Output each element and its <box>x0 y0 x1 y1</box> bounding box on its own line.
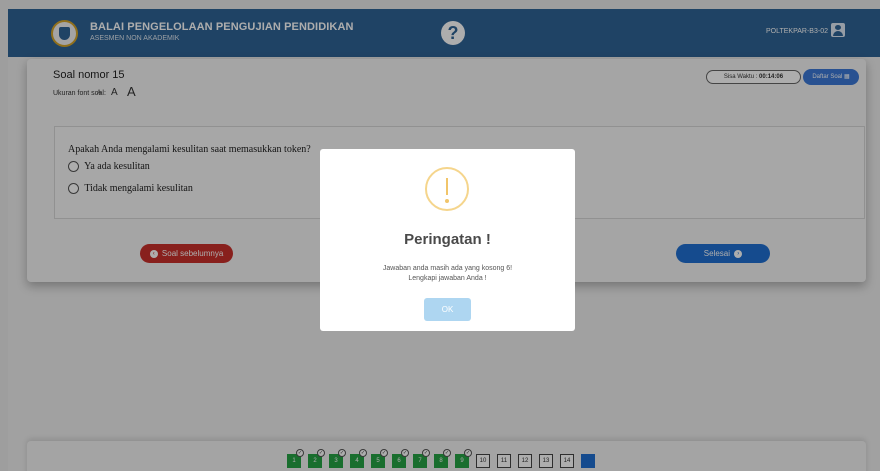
modal-message-line-2: Lengkapi jawaban Anda ! <box>408 275 487 282</box>
exclamation-circle-icon <box>425 167 469 211</box>
warning-modal: Peringatan ! Jawaban anda masih ada yang… <box>320 149 575 331</box>
ok-button[interactable]: OK <box>424 298 471 321</box>
modal-message-line-1: Jawaban anda masih ada yang kosong 6! <box>382 265 513 272</box>
modal-overlay[interactable]: Peringatan ! Jawaban anda masih ada yang… <box>0 0 880 471</box>
modal-title: Peringatan ! <box>404 231 491 248</box>
